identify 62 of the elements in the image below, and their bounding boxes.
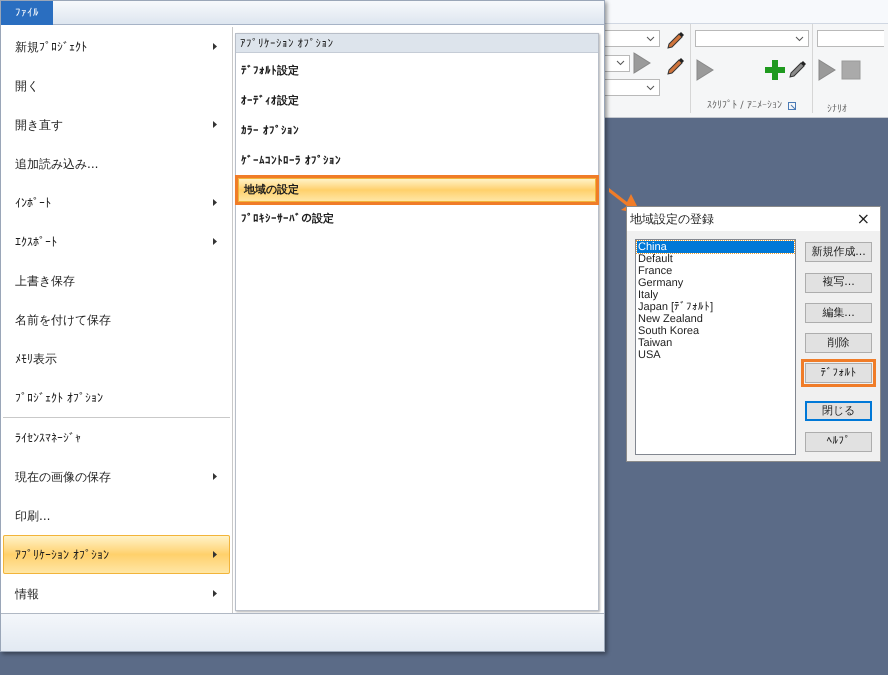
close-button[interactable]: × [856, 211, 870, 227]
submenu-arrow-icon [213, 473, 217, 480]
list-item[interactable]: Japan [ﾃﾞﾌｫﾙﾄ] [637, 301, 794, 313]
submenu-item[interactable]: ﾌﾟﾛｷｼｰｻｰﾊﾞの設定 [236, 204, 598, 234]
menu-item[interactable]: 追加読み込み... [3, 144, 230, 183]
list-item[interactable]: China [637, 241, 794, 253]
submenu-item[interactable]: ｵｰﾃﾞｨｵ設定 [236, 86, 598, 116]
play-icon[interactable] [695, 58, 715, 82]
menu-item[interactable]: 印刷... [3, 496, 230, 535]
list-item[interactable]: USA [637, 349, 794, 361]
dialog-button[interactable]: ﾃﾞﾌｫﾙﾄ [805, 363, 872, 384]
submenu-item[interactable]: ｹﾞｰﾑｺﾝﾄﾛｰﾗ ｵﾌﾟｼｮﾝ [236, 146, 598, 176]
list-item[interactable]: South Korea [637, 325, 794, 337]
chevron-icon [795, 36, 804, 42]
list-item[interactable]: Germany [637, 277, 794, 289]
menu-item[interactable]: 現在の画像の保存 [3, 457, 230, 496]
list-item[interactable]: New Zealand [637, 313, 794, 325]
dialog-button[interactable]: 新規作成... [805, 242, 872, 262]
submenu-arrow-icon [213, 43, 217, 50]
menu-item[interactable]: ﾒﾓﾘ表示 [3, 339, 230, 378]
list-item[interactable]: France [637, 265, 794, 277]
group-label: ｼﾅﾘｵ [826, 103, 848, 117]
submenu-header: ｱﾌﾟﾘｹｰｼｮﾝ ｵﾌﾟｼｮﾝ [236, 34, 598, 53]
dialog-title: 地域設定の登録 [630, 211, 714, 228]
submenu-arrow-icon [213, 121, 217, 128]
menu-item[interactable]: 開き直す [3, 105, 230, 144]
submenu-arrow-icon [213, 238, 217, 245]
submenu-arrow-icon [213, 551, 217, 558]
dialog-button[interactable]: 閉じる [805, 401, 872, 422]
combo-box[interactable] [695, 30, 809, 47]
chevron-icon [646, 84, 655, 90]
menu-item[interactable]: ｲﾝﾎﾟｰﾄ [3, 183, 230, 222]
dialog-button[interactable]: 複写... [805, 272, 872, 292]
chevron-icon [616, 60, 625, 66]
menu-item[interactable]: ﾌﾟﾛｼﾞｪｸﾄ ｵﾌﾟｼｮﾝ [3, 378, 230, 417]
submenu-item[interactable]: ﾃﾞﾌｫﾙﾄ設定 [236, 56, 598, 86]
list-item[interactable]: Default [637, 253, 794, 265]
submenu-arrow-icon [213, 590, 217, 597]
menu-item[interactable]: ﾗｲｾﾝｽﾏﾈｰｼﾞｬ [3, 418, 230, 457]
menu-item[interactable]: ｱﾌﾟﾘｹｰｼｮﾝ ｵﾌﾟｼｮﾝ [3, 535, 230, 574]
submenu-item[interactable]: ｶﾗｰ ｵﾌﾟｼｮﾝ [236, 116, 598, 146]
list-item[interactable]: Italy [637, 289, 794, 301]
submenu-item[interactable]: 地域の設定 [238, 178, 596, 202]
chevron-icon [646, 36, 655, 42]
group-label: ｽｸﾘﾌﾟﾄ / ｱﾆﾒｰｼｮﾝ [707, 98, 782, 113]
menu-item[interactable]: 情報 [3, 574, 230, 613]
combo-box[interactable] [817, 30, 884, 47]
stop-icon[interactable] [841, 60, 861, 80]
menu-item[interactable]: ｴｸｽﾎﾟｰﾄ [3, 222, 230, 261]
dialog-button[interactable]: ﾍﾙﾌﾟ [805, 432, 872, 452]
list-item[interactable]: Taiwan [637, 337, 794, 349]
play-icon[interactable] [632, 51, 652, 75]
menu-item[interactable]: 名前を付けて保存 [3, 300, 230, 339]
menu-item[interactable]: 上書き保存 [3, 261, 230, 300]
dialog-button[interactable]: 削除 [805, 333, 872, 353]
menu-item[interactable]: 開く [3, 66, 230, 105]
dialog-button[interactable]: 編集... [805, 302, 872, 323]
submenu-arrow-icon [213, 199, 217, 206]
menu-item[interactable]: 新規ﾌﾟﾛｼﾞｪｸﾄ [3, 27, 230, 66]
launcher-icon[interactable] [788, 102, 796, 110]
file-tab[interactable]: ﾌｧｲﾙ [1, 1, 53, 25]
play-icon[interactable] [817, 58, 837, 82]
